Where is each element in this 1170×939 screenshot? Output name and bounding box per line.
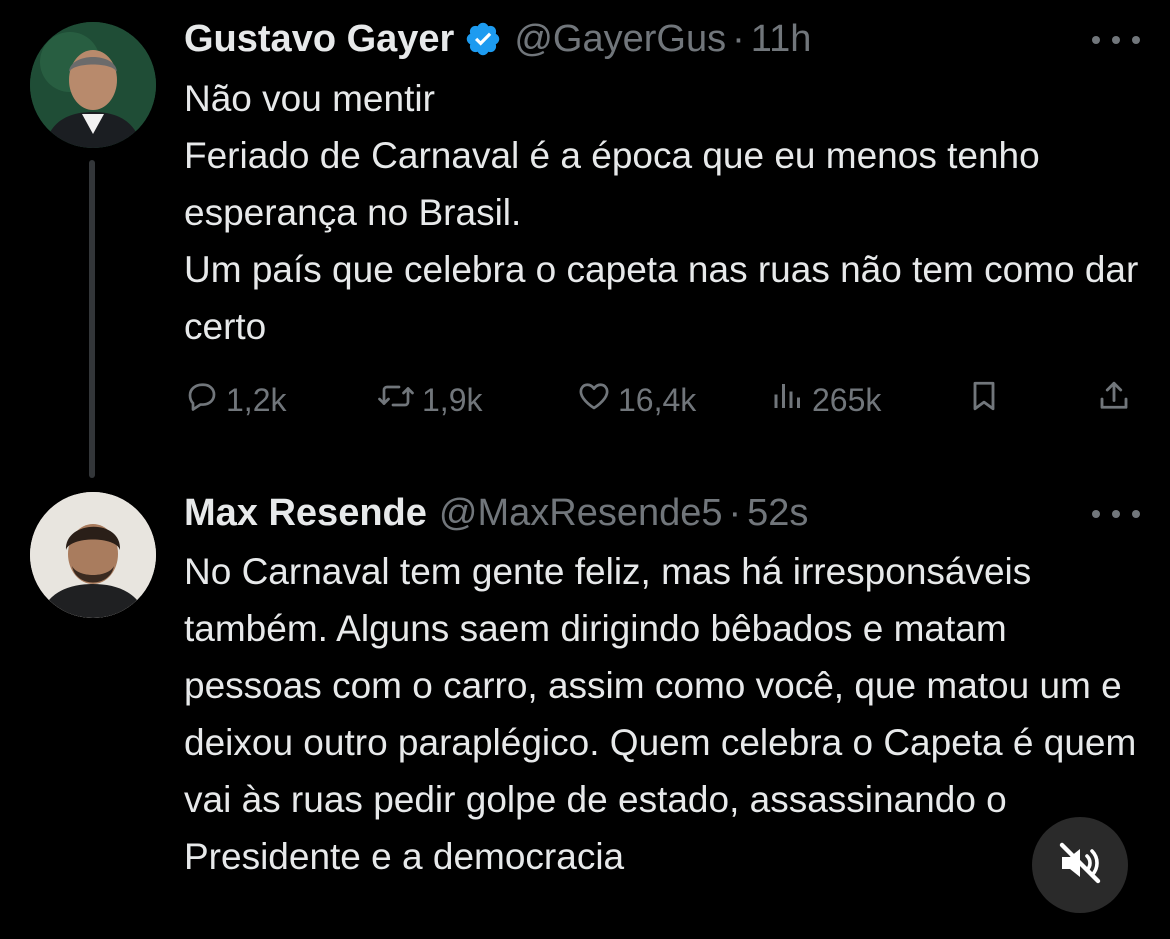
display-name[interactable]: Gustavo Gayer bbox=[184, 18, 454, 61]
reply-count: 1,2k bbox=[226, 381, 287, 418]
mute-button[interactable] bbox=[1032, 817, 1128, 913]
share-button[interactable] bbox=[1096, 372, 1138, 428]
views-icon bbox=[770, 378, 812, 422]
avatar[interactable] bbox=[30, 22, 156, 148]
action-bar: 1,2k 1,9k 16,4k 265k bbox=[184, 372, 1144, 428]
avatar[interactable] bbox=[30, 492, 156, 618]
retweet-button[interactable]: 1,9k bbox=[376, 372, 482, 428]
tweet-header: Max Resende @MaxResende5 · 52s bbox=[184, 488, 808, 538]
share-icon bbox=[1096, 378, 1138, 422]
tweet-reply[interactable]: Max Resende @MaxResende5 · 52s No Carnav… bbox=[0, 480, 1170, 939]
views-count: 265k bbox=[812, 381, 882, 418]
retweet-icon bbox=[376, 378, 422, 422]
timestamp[interactable]: 52s bbox=[747, 492, 808, 535]
display-name[interactable]: Max Resende bbox=[184, 492, 427, 535]
separator-dot: · bbox=[728, 491, 742, 534]
more-horizontal-icon[interactable] bbox=[1092, 504, 1140, 524]
verified-badge-icon bbox=[464, 20, 502, 58]
timestamp[interactable]: 11h bbox=[751, 18, 812, 61]
like-button[interactable]: 16,4k bbox=[576, 372, 696, 428]
bookmark-button[interactable] bbox=[966, 372, 1008, 428]
views-button[interactable]: 265k bbox=[770, 372, 881, 428]
like-count: 16,4k bbox=[618, 381, 697, 418]
reply-icon bbox=[184, 378, 226, 422]
retweet-count: 1,9k bbox=[422, 381, 483, 418]
tweet-original[interactable]: Gustavo Gayer @GayerGus · 11h Não vou me… bbox=[0, 0, 1170, 480]
bookmark-icon bbox=[966, 378, 1008, 422]
handle[interactable]: @MaxResende5 bbox=[439, 492, 723, 535]
handle[interactable]: @GayerGus bbox=[514, 18, 726, 61]
muted-speaker-icon bbox=[1056, 839, 1104, 892]
heart-icon bbox=[576, 378, 618, 422]
tweet-text: Não vou mentir Feriado de Carnaval é a é… bbox=[184, 78, 1139, 347]
reply-button[interactable]: 1,2k bbox=[184, 372, 286, 428]
tweet-header: Gustavo Gayer @GayerGus · 11h bbox=[184, 14, 811, 64]
thread-line bbox=[89, 160, 95, 478]
separator-dot: · bbox=[732, 17, 745, 60]
more-horizontal-icon[interactable] bbox=[1092, 30, 1140, 50]
tweet-text: No Carnaval tem gente feliz, mas há irre… bbox=[184, 551, 1137, 877]
